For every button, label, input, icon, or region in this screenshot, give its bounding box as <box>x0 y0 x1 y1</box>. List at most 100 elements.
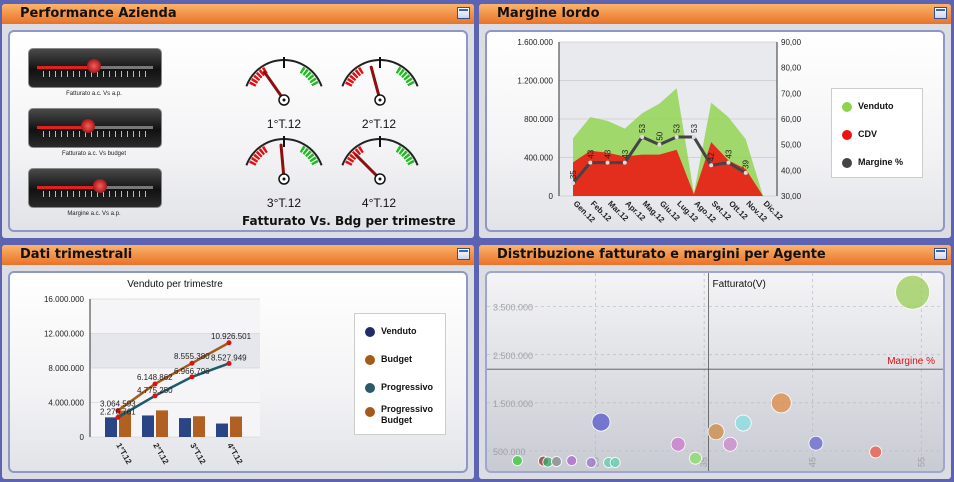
data-label-progressivo: 8.527.949 <box>211 353 247 362</box>
point-margine <box>709 163 714 168</box>
gauge-red-segment <box>258 69 266 77</box>
data-label: 43 <box>604 149 613 158</box>
bubble <box>566 455 578 466</box>
slider-label: Fatturato a.c. Vs budget <box>61 151 127 157</box>
trimestrali-maximize-button[interactable] <box>457 248 470 260</box>
y-tick-label: 2.500.000 <box>493 351 533 361</box>
bar-venduto <box>179 418 191 437</box>
bar-venduto <box>142 415 154 437</box>
legend-item-progressivo: Progressivo <box>365 382 433 393</box>
gauge-green-segment <box>395 66 402 74</box>
margine-maximize-button[interactable] <box>934 7 947 19</box>
bubble <box>585 457 597 468</box>
trimestrali-chart: Venduto per trimestre 16.000.000 12.000.00… <box>44 279 260 467</box>
gauge-label: 1°T.12 <box>266 117 302 131</box>
bubble <box>734 414 752 432</box>
margine-title: Margine lordo <box>479 4 951 24</box>
performance-panel: Performance Azienda Fatturato a.c. Vs a.… <box>2 4 474 238</box>
gauge-green-segment <box>299 145 306 153</box>
gauge-label: 4°T.12 <box>361 196 397 210</box>
y2-tick-label: 60,00 <box>781 115 802 124</box>
point-margine <box>691 134 696 139</box>
y-tick-label: 400.000 <box>524 154 553 163</box>
bubble <box>869 445 883 459</box>
slider-knob-icon <box>92 179 107 193</box>
distribuzione-panel: Distribuzione fatturato e margini per Ag… <box>479 245 951 479</box>
bubble <box>722 436 738 452</box>
point-margine <box>674 134 679 139</box>
bubble <box>670 436 686 452</box>
slider-fatturato-budget <box>28 108 162 148</box>
point-margine <box>640 134 645 139</box>
y-tick-label: 0 <box>549 192 554 201</box>
bubble <box>591 412 611 432</box>
y-tick-label: 8.000.000 <box>48 364 84 373</box>
y-tick-label: 800.000 <box>524 115 553 124</box>
y2-tick-label: 80,00 <box>781 64 802 73</box>
gauge-green-segment <box>405 156 413 163</box>
gauge-red-segment <box>261 145 268 154</box>
margine-panel: Margine lordo 1.600.000 1.200.000 800.000 4… <box>479 4 951 238</box>
point-margine <box>743 170 748 175</box>
gauge-green-segment <box>302 68 309 76</box>
y-tick-label: 1.600.000 <box>517 38 553 47</box>
gauge-green-segment <box>309 156 317 163</box>
data-label-progressivo: 6.966.796 <box>174 367 210 376</box>
gauge-green-segment <box>305 150 312 158</box>
gauge-green-segment <box>401 71 408 79</box>
gauge-green-segment <box>311 80 319 87</box>
bubble <box>895 274 931 310</box>
gauge-red-segment <box>253 153 261 161</box>
gauge-green-segment <box>302 147 309 155</box>
data-label: 39 <box>742 159 751 168</box>
gauge-red-segment <box>349 153 357 161</box>
gauge-hub-dot <box>282 98 286 102</box>
gauge-label: 2°T.12 <box>361 117 397 131</box>
gauge-green-segment <box>309 77 317 84</box>
slider-knob-icon <box>87 59 101 73</box>
data-label-budget: 8.555.380 <box>174 352 210 361</box>
y2-tick-label: 30,00 <box>781 192 802 201</box>
gauge-green-segment <box>307 74 315 81</box>
distribuzione-chart: 3.500.0002.500.0001.500.000500.000253545… <box>487 273 943 471</box>
data-label-budget: 10.926.501 <box>211 332 252 341</box>
gauge-red-segment <box>255 71 263 79</box>
x-tick-label: 4°T.12 <box>225 442 244 467</box>
chart-title: Venduto per trimestre <box>127 279 223 290</box>
legend-item-venduto: Venduto <box>365 326 417 337</box>
distribuzione-maximize-button[interactable] <box>934 248 947 260</box>
gauge-green-segment <box>305 71 312 79</box>
data-label: 43 <box>586 149 595 158</box>
gauge-red-segment <box>349 74 357 82</box>
bar-budget <box>193 416 205 437</box>
point-margine <box>657 142 662 147</box>
bubble <box>551 456 562 467</box>
y-tick-label: 1.200.000 <box>517 77 553 86</box>
slider-label: Margine a.c. Vs a.p. <box>67 211 121 217</box>
margine-chart: 1.600.000 1.200.000 800.000 400.000 0 90,00 80… <box>517 38 802 225</box>
bubble <box>707 423 725 441</box>
gauge-green-segment <box>407 80 415 87</box>
margine-legend: Venduto CDV Margine % <box>831 88 923 178</box>
y-tick-label: 1.500.000 <box>493 399 533 409</box>
gauge-label: 3°T.12 <box>266 196 302 210</box>
gauge-red-segment <box>346 156 355 163</box>
bubble <box>609 457 621 468</box>
gauge-red-segment <box>250 156 259 163</box>
gauge-green-segment <box>407 159 415 166</box>
legend-item-cdv: CDV <box>842 129 877 140</box>
y2-tick-label: 70,00 <box>781 89 802 98</box>
data-label: 53 <box>673 124 682 133</box>
point-margine <box>571 181 575 186</box>
y2-tick-label: 90,00 <box>781 38 802 47</box>
gauge-red-segment <box>357 66 364 75</box>
gauge-hub-dot <box>378 98 382 102</box>
data-label-budget: 6.148.862 <box>137 373 173 382</box>
gauge-red-segment <box>357 145 364 154</box>
data-label-progressivo: 4.775.250 <box>137 386 173 395</box>
y-tick-label: 16.000.000 <box>44 295 85 304</box>
y-tick-label: 500.000 <box>493 447 526 457</box>
gauge-green-segment <box>403 153 411 160</box>
y-tick-label: 12.000.000 <box>44 330 85 339</box>
performance-maximize-button[interactable] <box>457 7 470 19</box>
